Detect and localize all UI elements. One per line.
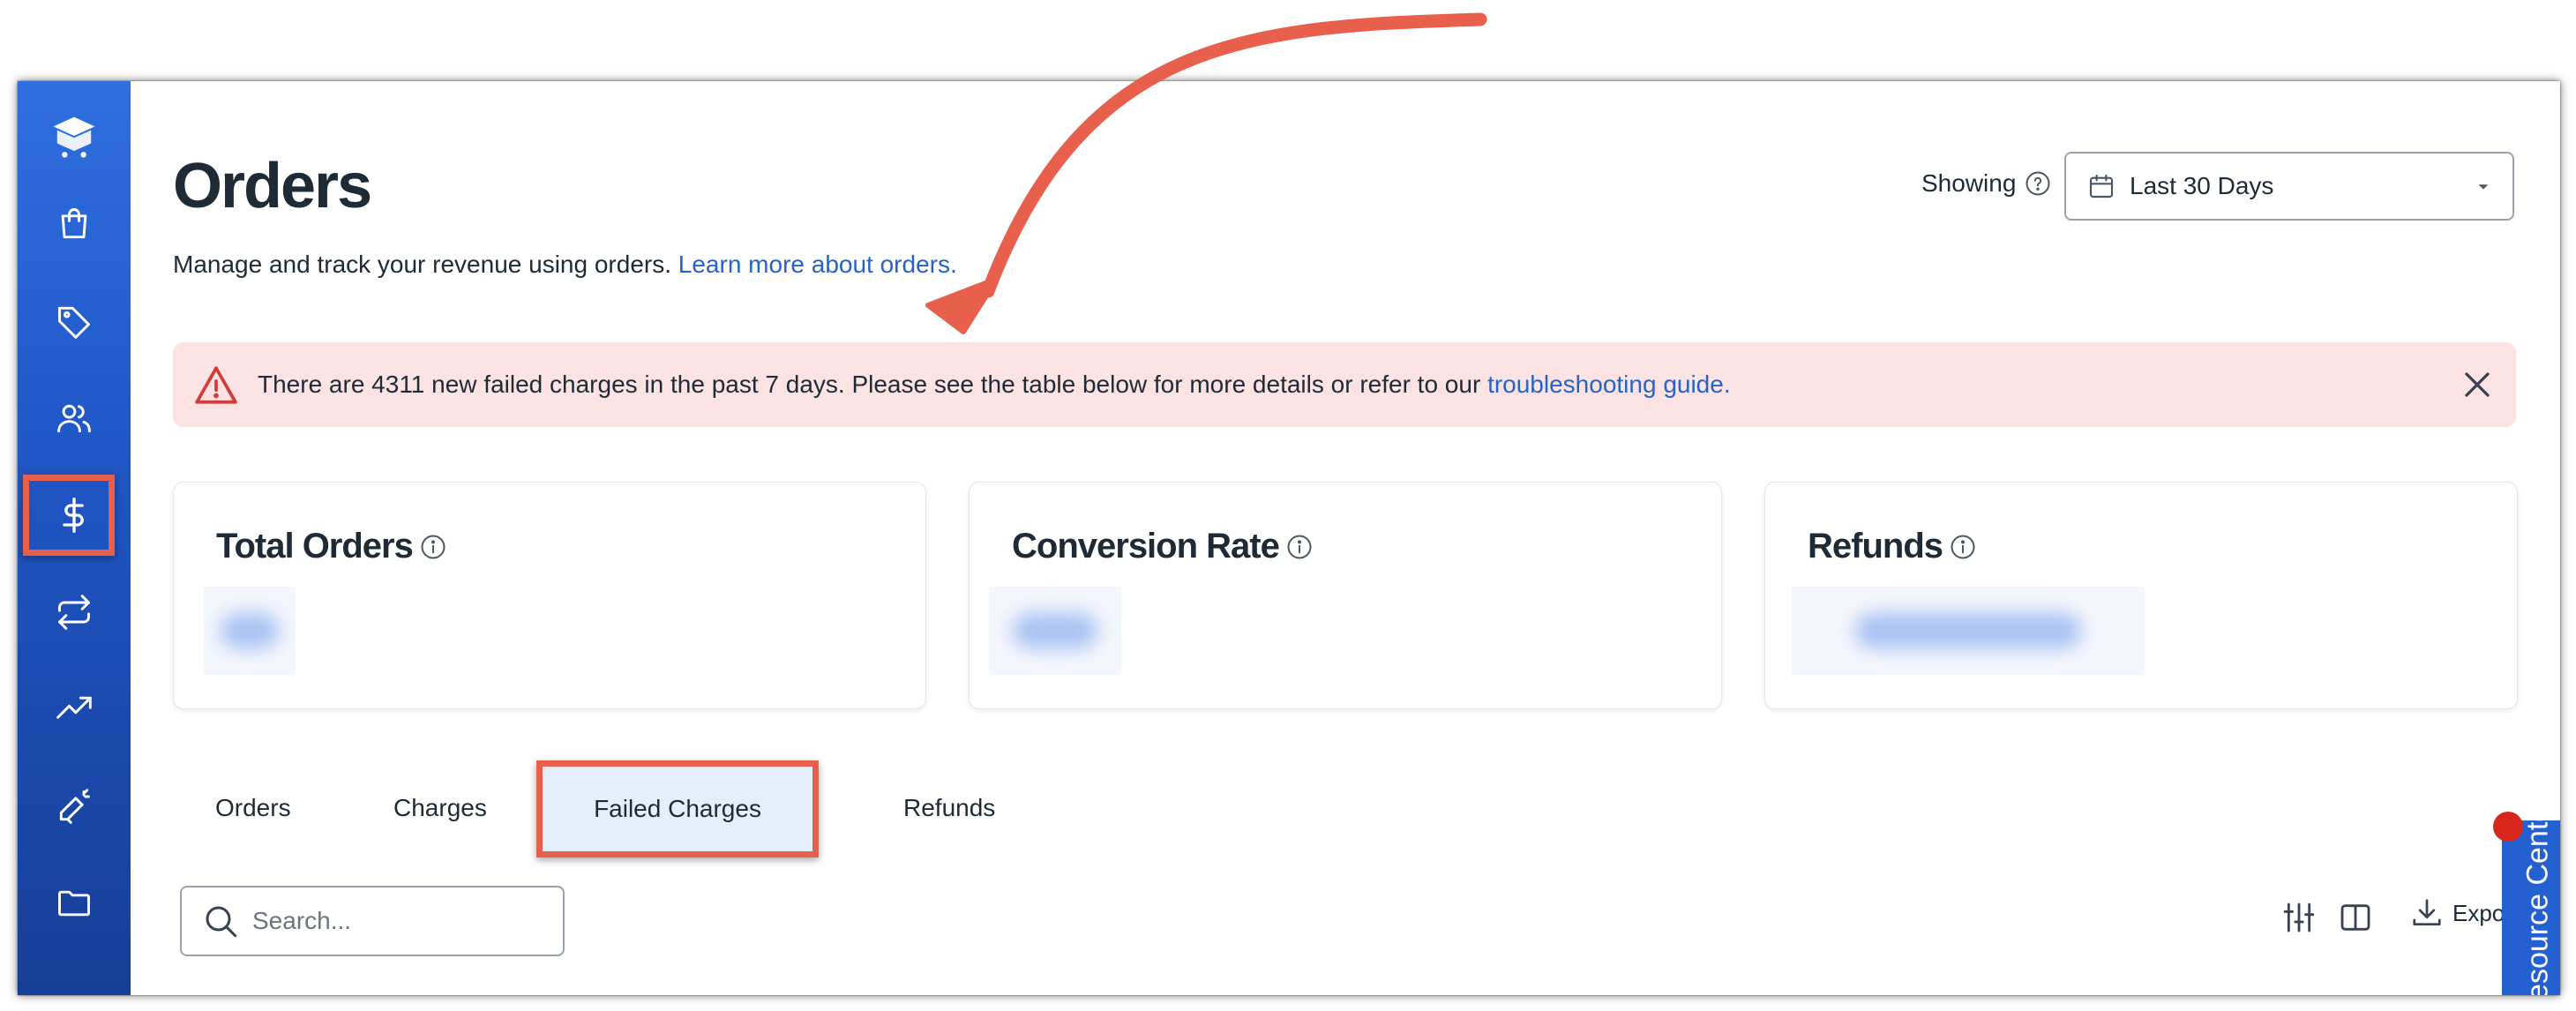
sidebar-item-files[interactable]: [18, 868, 131, 939]
sidebar: [18, 81, 131, 995]
resource-center-label: Resource Center: [2520, 795, 2555, 995]
search-input[interactable]: [251, 906, 519, 936]
alert-message: There are 4311 new failed charges in the…: [258, 371, 1731, 399]
folder-icon: [58, 890, 90, 917]
close-icon[interactable]: [2461, 369, 2493, 401]
info-icon[interactable]: [1950, 534, 1976, 560]
info-icon[interactable]: [1286, 534, 1313, 560]
showing-label: Showing: [1921, 169, 2017, 197]
users-icon: [57, 404, 91, 433]
card-title: Conversion Rate: [1012, 527, 1313, 566]
showing-label-group: Showing: [1921, 169, 2051, 198]
dollar-icon: [63, 498, 84, 533]
megaphone-icon: [59, 789, 90, 824]
card-title: Total Orders: [216, 527, 446, 566]
card-title-text: Refunds: [1808, 527, 1943, 565]
sidebar-item-analytics[interactable]: [18, 674, 131, 745]
search-icon: [206, 906, 237, 938]
repeat-icon: [58, 595, 90, 630]
notification-badge: [2493, 812, 2523, 842]
help-icon[interactable]: [2025, 170, 2051, 197]
sidebar-item-marketing[interactable]: [18, 771, 131, 842]
troubleshooting-guide-link[interactable]: troubleshooting guide.: [1487, 371, 1731, 398]
date-range-value: Last 30 Days: [2130, 172, 2274, 199]
tag-icon: [58, 306, 90, 339]
shopping-bag-icon: [61, 208, 87, 239]
page-subtitle: Manage and track your revenue using orde…: [173, 251, 957, 279]
search-box: [180, 886, 565, 956]
filter-sliders-icon[interactable]: [2281, 900, 2317, 935]
failed-charges-alert: There are 4311 new failed charges in the…: [173, 342, 2516, 427]
page-title: Orders: [173, 151, 372, 221]
redacted-value: [989, 587, 1121, 675]
download-icon: [2413, 899, 2441, 926]
learn-more-link[interactable]: Learn more about orders.: [678, 251, 957, 278]
date-range-select[interactable]: Last 30 Days: [2064, 152, 2514, 221]
subtitle-text: Manage and track your revenue using orde…: [173, 251, 671, 278]
tab-failed-charges[interactable]: Failed Charges: [536, 760, 819, 857]
resource-center-button[interactable]: Resource Center: [2502, 795, 2560, 995]
app-logo[interactable]: [18, 101, 131, 171]
main-content: Orders Manage and track your revenue usi…: [131, 81, 2560, 995]
trending-up-icon: [56, 696, 92, 719]
card-title-text: Total Orders: [216, 527, 414, 565]
tab-refunds[interactable]: Refunds: [903, 794, 995, 822]
conversion-rate-card: Conversion Rate: [969, 482, 1722, 709]
tab-orders[interactable]: Orders: [215, 794, 291, 822]
chevron-down-icon: [2478, 184, 2489, 190]
redacted-value: [204, 587, 296, 675]
columns-icon[interactable]: [2338, 900, 2373, 935]
card-title: Refunds: [1808, 527, 1976, 566]
warning-icon: [195, 366, 237, 404]
sidebar-item-sales[interactable]: [18, 475, 131, 556]
tab-charges[interactable]: Charges: [393, 794, 487, 822]
refunds-card: Refunds: [1764, 482, 2518, 709]
app-window: Orders Manage and track your revenue usi…: [18, 81, 2560, 995]
card-title-text: Conversion Rate: [1012, 527, 1280, 565]
sidebar-item-customers[interactable]: [18, 383, 131, 453]
redacted-value: [1792, 587, 2145, 675]
info-icon[interactable]: [420, 534, 446, 560]
sidebar-item-tags[interactable]: [18, 286, 131, 356]
sidebar-item-products[interactable]: [18, 189, 131, 259]
total-orders-card: Total Orders: [173, 482, 926, 709]
alert-text: There are 4311 new failed charges in the…: [258, 371, 1481, 398]
sidebar-item-subscriptions[interactable]: [18, 577, 131, 648]
calendar-icon: [2089, 174, 2114, 198]
logo-icon: [53, 116, 95, 158]
